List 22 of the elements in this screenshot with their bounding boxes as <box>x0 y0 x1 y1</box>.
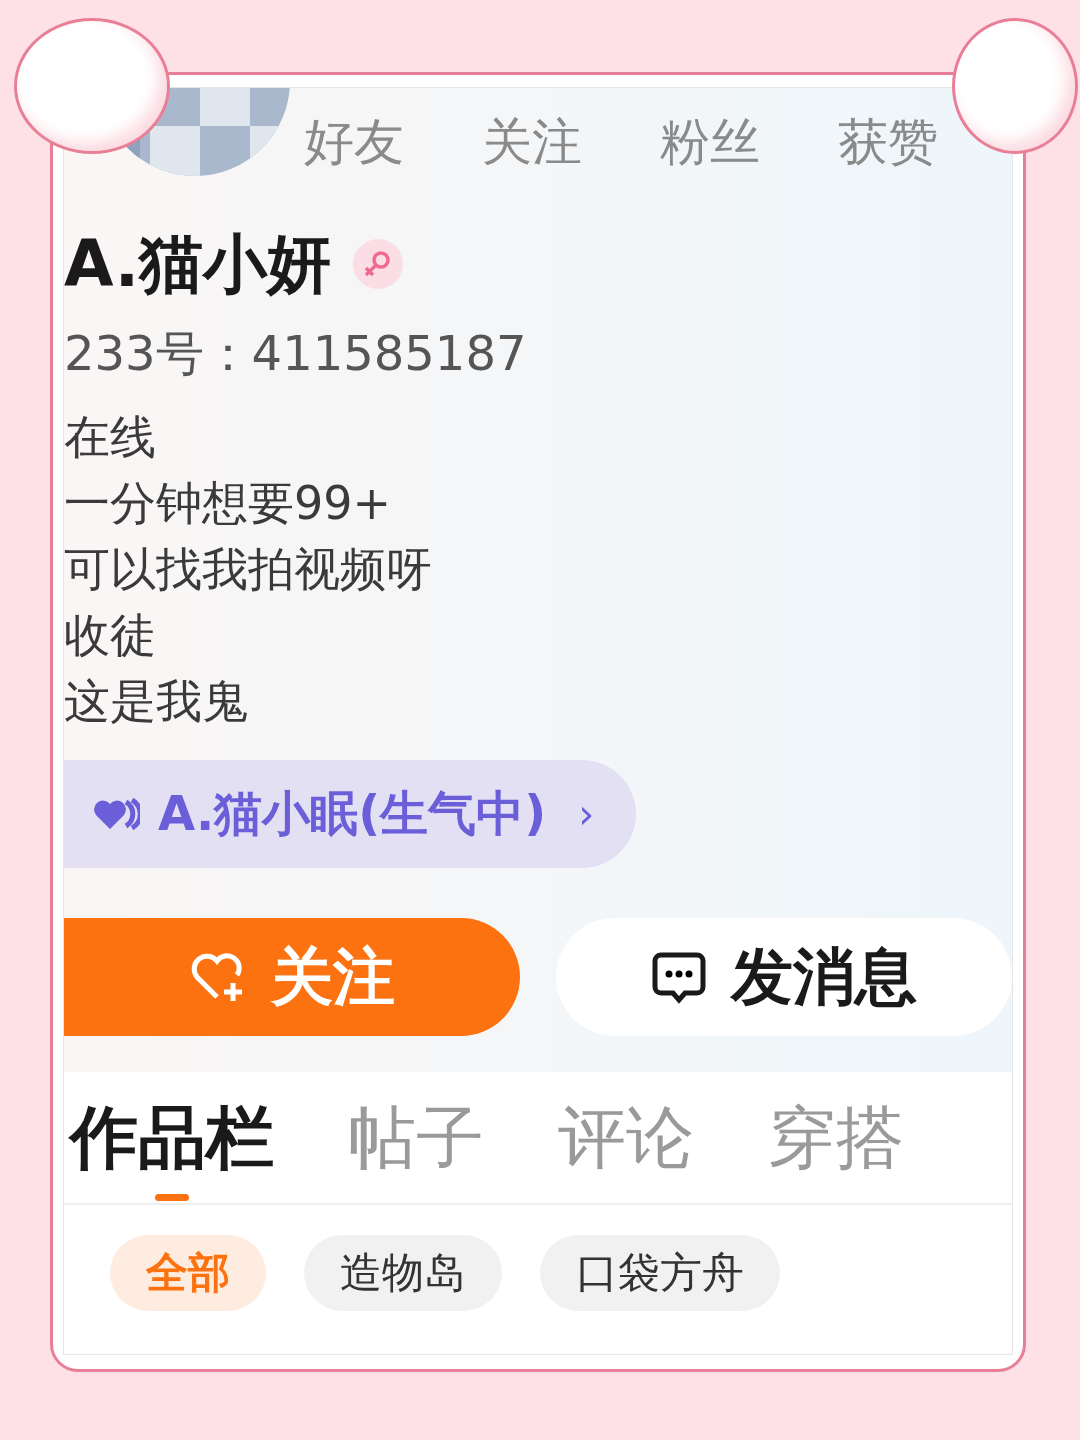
stat-label[interactable]: 粉丝 <box>660 112 838 172</box>
bio-line: 可以找我拍视频呀 <box>64 541 433 598</box>
user-name: A.猫小妍 <box>64 226 332 302</box>
tab[interactable]: 作品栏 <box>64 1092 280 1203</box>
hearts-icon <box>92 796 140 832</box>
tab[interactable]: 穿搭 <box>762 1092 910 1203</box>
follow-button[interactable]: 关注 <box>64 918 520 1036</box>
bio-line: 收徒 <box>64 607 157 664</box>
tab[interactable]: 评论 <box>552 1092 700 1203</box>
tab[interactable]: 帖子 <box>342 1092 490 1203</box>
stat-label[interactable]: 好友 <box>304 112 482 172</box>
bio-line: 在线 <box>64 409 157 466</box>
bio-line: 一分钟想要99+ <box>64 475 393 532</box>
stat-label[interactable]: 关注 <box>482 112 660 172</box>
filter-chip[interactable]: 造物岛 <box>304 1235 502 1311</box>
filter-chip[interactable]: 口袋方舟 <box>540 1235 780 1311</box>
bio-line: 这是我鬼 <box>64 673 249 730</box>
filter-chip[interactable]: 全部 <box>110 1235 266 1311</box>
stat-label[interactable]: 获赞 <box>838 112 938 172</box>
message-button[interactable]: 发消息 <box>556 918 1012 1036</box>
linked-user-chip[interactable]: A.猫小眠(生气中) › <box>64 760 637 868</box>
user-id: 233号：411585187 <box>64 324 528 382</box>
